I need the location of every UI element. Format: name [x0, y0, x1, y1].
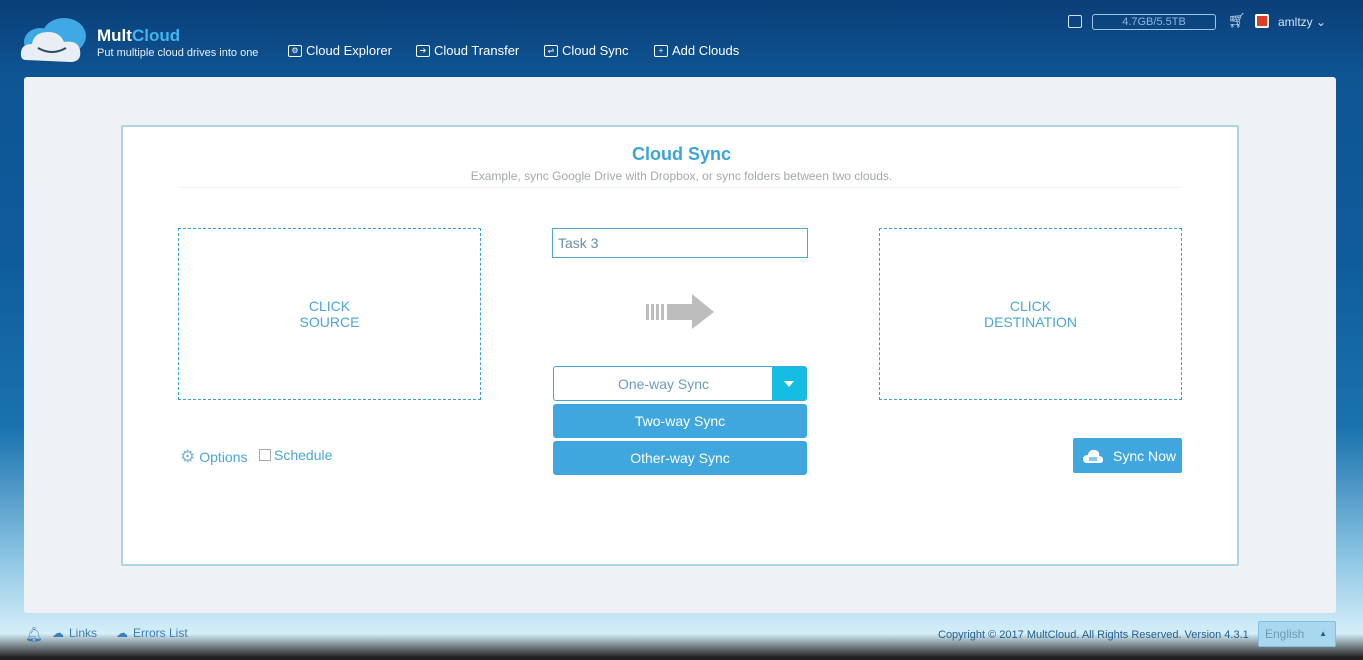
- destination-selector[interactable]: CLICK DESTINATION: [879, 228, 1182, 400]
- schedule-checkbox[interactable]: Schedule: [259, 447, 332, 463]
- chevron-down-icon: ⌄: [1316, 15, 1327, 29]
- sync-folder-icon: ⇌: [544, 44, 558, 57]
- add-folder-icon: +: [654, 44, 668, 57]
- notifications-button[interactable]: 🔔︎: [25, 626, 43, 643]
- caret-down-icon: [784, 380, 794, 387]
- arrow-right-icon: [646, 294, 714, 329]
- copyright: Copyright © 2017 MultCloud. All Rights R…: [938, 629, 1249, 641]
- multcloud-logo-icon: [20, 18, 86, 62]
- nav-cloud-sync[interactable]: ⇌ Cloud Sync: [544, 43, 628, 58]
- page-subtitle: Example, sync Google Drive with Dropbox,…: [470, 169, 893, 183]
- errors-list-link[interactable]: ☁ Errors List: [116, 626, 188, 640]
- page-title: Cloud Sync: [631, 144, 731, 164]
- sync-mode-select[interactable]: One-way Sync: [553, 366, 807, 401]
- dest-line1: CLICK: [1009, 298, 1052, 314]
- divider: [178, 187, 1182, 188]
- activity-monitor-icon[interactable]: [1068, 15, 1082, 28]
- nav-label: Cloud Explorer: [306, 43, 392, 58]
- sync-now-label: Sync Now: [1113, 447, 1177, 464]
- source-selector[interactable]: CLICK SOURCE: [178, 228, 481, 400]
- links-link[interactable]: ☁ Links: [52, 626, 97, 640]
- options-label: Options: [199, 449, 248, 465]
- selected-sync-mode: One-way Sync: [617, 376, 710, 392]
- dest-line2: DESTINATION: [983, 314, 1078, 330]
- bell-icon: 🔔︎: [25, 626, 43, 642]
- nav-add-clouds[interactable]: + Add Clouds: [654, 43, 739, 58]
- brand-name: MultCloud: [97, 26, 181, 45]
- gift-icon[interactable]: [1255, 14, 1269, 28]
- error-list-icon: ☁: [116, 626, 128, 640]
- nav-cloud-explorer[interactable]: ⚙ Cloud Explorer: [288, 43, 392, 58]
- option-other-way-sync[interactable]: Other-way Sync: [553, 441, 807, 475]
- links-label: Links: [69, 626, 98, 640]
- errors-label: Errors List: [133, 626, 188, 640]
- nav-label: Cloud Sync: [562, 43, 629, 58]
- source-line2: SOURCE: [299, 314, 360, 330]
- cart-icon[interactable]: 🛒︎: [1228, 12, 1246, 29]
- cloud-sync-icon: [1083, 449, 1103, 463]
- gear-folder-icon: ⚙: [288, 44, 302, 57]
- nav-label: Add Clouds: [672, 43, 740, 58]
- username: amltzy: [1278, 15, 1313, 29]
- language-select[interactable]: English ▲: [1258, 621, 1336, 647]
- link-icon: ☁: [52, 626, 64, 640]
- dropdown-toggle[interactable]: [772, 367, 806, 400]
- caret-up-icon: ▲: [1319, 629, 1327, 638]
- option-two-way-sync[interactable]: Two-way Sync: [553, 404, 807, 438]
- nav-label: Cloud Transfer: [434, 43, 520, 58]
- tagline: Put multiple cloud drives into one: [97, 47, 259, 59]
- task-name-input[interactable]: [552, 228, 808, 258]
- checkbox[interactable]: [259, 449, 271, 461]
- user-menu[interactable]: amltzy ⌄: [1278, 15, 1326, 29]
- gear-icon: ⚙: [180, 447, 196, 466]
- sync-now-button[interactable]: Sync Now: [1073, 438, 1182, 473]
- schedule-label: Schedule: [274, 447, 333, 463]
- storage-usage[interactable]: 4.7GB/5.5TB: [1092, 14, 1216, 30]
- source-line1: CLICK: [308, 298, 351, 314]
- language-label: English: [1265, 627, 1305, 641]
- nav-cloud-transfer[interactable]: ➔ Cloud Transfer: [416, 43, 519, 58]
- transfer-folder-icon: ➔: [416, 44, 430, 57]
- options-button[interactable]: ⚙ Options: [180, 447, 248, 467]
